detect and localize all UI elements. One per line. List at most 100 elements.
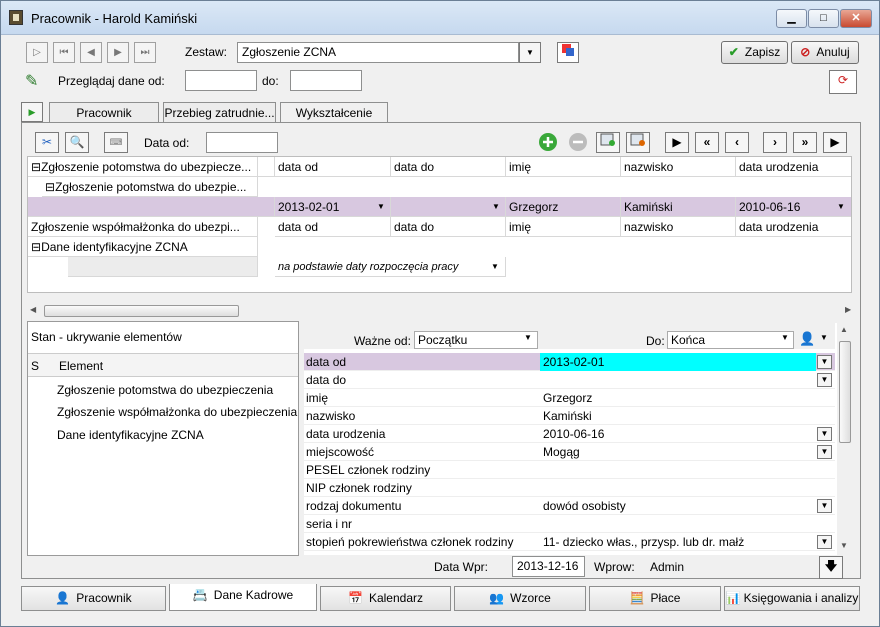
- zestaw-settings-icon[interactable]: [557, 42, 579, 63]
- scroll-right-icon[interactable]: ▶: [845, 305, 851, 314]
- scroll-thumb[interactable]: [44, 305, 239, 317]
- property-value[interactable]: Kamiński: [540, 407, 816, 425]
- tree-item[interactable]: Zgłoszenie współmałżonka do ubezpi...: [28, 217, 258, 237]
- property-dropdown-icon[interactable]: ▼: [817, 373, 832, 387]
- do-combo[interactable]: Końca: [667, 331, 794, 349]
- property-dropdown-icon[interactable]: ▼: [817, 499, 832, 513]
- nav-last-button[interactable]: ⏭: [134, 42, 156, 63]
- grid-first-button[interactable]: ▶: [665, 132, 689, 153]
- property-dropdown-icon[interactable]: ▼: [817, 445, 832, 459]
- close-button[interactable]: ✕: [840, 9, 872, 28]
- property-row[interactable]: data urodzenia 2010-06-16 ▼: [304, 425, 835, 443]
- bottom-tab-kalendarz[interactable]: 📅 Kalendarz: [320, 586, 451, 611]
- user-dropdown-icon[interactable]: ▼: [820, 333, 828, 342]
- nav-prev-button[interactable]: ◀: [80, 42, 102, 63]
- nav-first-button[interactable]: ⏮: [53, 42, 75, 63]
- property-row[interactable]: imię Grzegorz: [304, 389, 835, 407]
- title-bar[interactable]: Pracownik - Harold Kamiński ▁ □ ✕: [1, 1, 879, 35]
- nav-next-button[interactable]: ▶: [107, 42, 129, 63]
- col-header-data-urodzenia[interactable]: data urodzenia: [736, 217, 851, 237]
- nav-new-button[interactable]: ▷: [26, 42, 48, 63]
- property-row[interactable]: stopień pokrewieństwa członek rodziny 11-…: [304, 533, 835, 551]
- property-dropdown-icon[interactable]: ▼: [817, 535, 832, 549]
- bottom-tab-wzorce[interactable]: 👥 Wzorce: [454, 586, 586, 611]
- property-value[interactable]: 2010-06-16: [540, 425, 816, 443]
- note-dropdown-icon[interactable]: ▼: [488, 260, 502, 274]
- cell-nazwisko[interactable]: Kamiński: [621, 197, 736, 217]
- tab-pracownik[interactable]: Pracownik: [49, 102, 159, 123]
- przegladaj-od-input[interactable]: [185, 70, 257, 91]
- tab-przebieg-zatrudnienia[interactable]: Przebieg zatrudnie...: [163, 102, 276, 123]
- zestaw-dropdown-icon[interactable]: ▼: [519, 42, 541, 63]
- col-header-nazwisko[interactable]: nazwisko: [621, 217, 736, 237]
- property-value[interactable]: dowód osobisty: [540, 497, 816, 515]
- wazne-od-combo[interactable]: Początku: [414, 331, 538, 349]
- scroll-up-icon[interactable]: ▲: [840, 325, 848, 334]
- tree-item[interactable]: ⊟Zgłoszenie potomstwa do ubezpiecze...: [28, 157, 258, 177]
- tree-item-selected[interactable]: [28, 197, 275, 217]
- data-od-input[interactable]: [206, 132, 278, 153]
- cancel-button[interactable]: ⊘ Anuluj: [791, 41, 859, 64]
- remove-icon[interactable]: [566, 132, 590, 153]
- property-row[interactable]: NIP członek rodziny: [304, 479, 835, 497]
- property-value[interactable]: 11- dziecko włas., przysp. lub dr. małż: [540, 533, 816, 551]
- property-dropdown-icon[interactable]: ▼: [817, 355, 832, 369]
- list-item[interactable]: Zgłoszenie współmałżonka do ubezpieczeni…: [57, 405, 297, 419]
- property-value[interactable]: Mogąg: [540, 443, 816, 461]
- col-header-data-do[interactable]: data do: [391, 157, 506, 177]
- tree-toggle-icon[interactable]: ⊟: [31, 240, 41, 254]
- data-od-dropdown-icon[interactable]: ▼: [374, 200, 388, 214]
- property-row[interactable]: rodzaj dokumentu dowód osobisty ▼: [304, 497, 835, 515]
- data-wpr-input[interactable]: 2013-12-16: [512, 556, 585, 577]
- tools-icon[interactable]: ✂: [35, 132, 59, 153]
- list-item[interactable]: Dane identyfikacyjne ZCNA: [57, 428, 204, 442]
- property-row[interactable]: PESEL członek rodziny: [304, 461, 835, 479]
- tree-item[interactable]: [68, 257, 258, 277]
- cell-imie[interactable]: Grzegorz: [506, 197, 621, 217]
- user-icon[interactable]: 👤: [799, 331, 815, 347]
- property-value[interactable]: 2013-02-01: [540, 353, 816, 371]
- property-row[interactable]: data od 2013-02-01 ▼: [304, 353, 835, 371]
- save-button[interactable]: ✔ Zapisz: [721, 41, 788, 64]
- grid-back-button[interactable]: ‹: [725, 132, 749, 153]
- vertical-scrollbar[interactable]: ▲ ▼: [837, 323, 852, 555]
- search-icon[interactable]: 🔍: [65, 132, 89, 153]
- zestaw-combo[interactable]: Zgłoszenie ZCNA: [237, 42, 519, 63]
- refresh-icon[interactable]: ⟳: [829, 70, 857, 94]
- grid-last-button[interactable]: ▶: [823, 132, 847, 153]
- bottom-tab-place[interactable]: 🧮 Płace: [589, 586, 721, 611]
- col-header-nazwisko[interactable]: nazwisko: [621, 157, 736, 177]
- col-header-data-od[interactable]: data od: [275, 157, 391, 177]
- grid-forward-button[interactable]: ›: [763, 132, 787, 153]
- expand-tabs-icon[interactable]: ▶: [21, 102, 43, 122]
- col-header-data-od[interactable]: data od: [275, 217, 391, 237]
- property-dropdown-icon[interactable]: ▼: [817, 427, 832, 441]
- property-row[interactable]: seria i nr: [304, 515, 835, 533]
- data-urodzenia-dropdown-icon[interactable]: ▼: [834, 200, 848, 214]
- przegladaj-do-input[interactable]: [290, 70, 362, 91]
- col-header-imie[interactable]: imię: [506, 217, 621, 237]
- add-icon[interactable]: [536, 132, 560, 153]
- tree-item[interactable]: ⊟Dane identyfikacyjne ZCNA: [28, 237, 258, 257]
- scroll-down-icon[interactable]: ▼: [840, 541, 848, 550]
- col-header-imie[interactable]: imię: [506, 157, 621, 177]
- property-value[interactable]: Grzegorz: [540, 389, 816, 407]
- grid-export-icon[interactable]: [596, 132, 620, 153]
- tab-wyksztalcenie[interactable]: Wykształcenie: [280, 102, 388, 123]
- do-dropdown-icon[interactable]: ▼: [781, 333, 789, 342]
- cell-note[interactable]: na podstawie daty rozpoczęcia pracy: [275, 257, 506, 277]
- property-row[interactable]: miejscowość Mogąg ▼: [304, 443, 835, 461]
- grid-import-icon[interactable]: [626, 132, 650, 153]
- tree-toggle-icon[interactable]: ⊟: [45, 180, 55, 194]
- property-row[interactable]: data do ▼: [304, 371, 835, 389]
- list-item[interactable]: Zgłoszenie potomstwa do ubezpieczenia: [57, 383, 273, 397]
- grid-fast-forward-button[interactable]: »: [793, 132, 817, 153]
- scroll-left-icon[interactable]: ◀: [30, 305, 36, 314]
- grid-fast-back-button[interactable]: «: [695, 132, 719, 153]
- tree-item[interactable]: ⊟Zgłoszenie potomstwa do ubezpie...: [42, 177, 258, 197]
- bottom-tab-pracownik[interactable]: 👤 Pracownik: [21, 586, 166, 611]
- property-row[interactable]: nazwisko Kamiński: [304, 407, 835, 425]
- horizontal-scrollbar[interactable]: ◀ ▶: [27, 303, 857, 319]
- bottom-tab-ksiegowania[interactable]: 📊 Księgowania i analizy: [724, 586, 860, 611]
- bottom-tab-dane-kadrowe[interactable]: 📇 Dane Kadrowe: [169, 584, 317, 611]
